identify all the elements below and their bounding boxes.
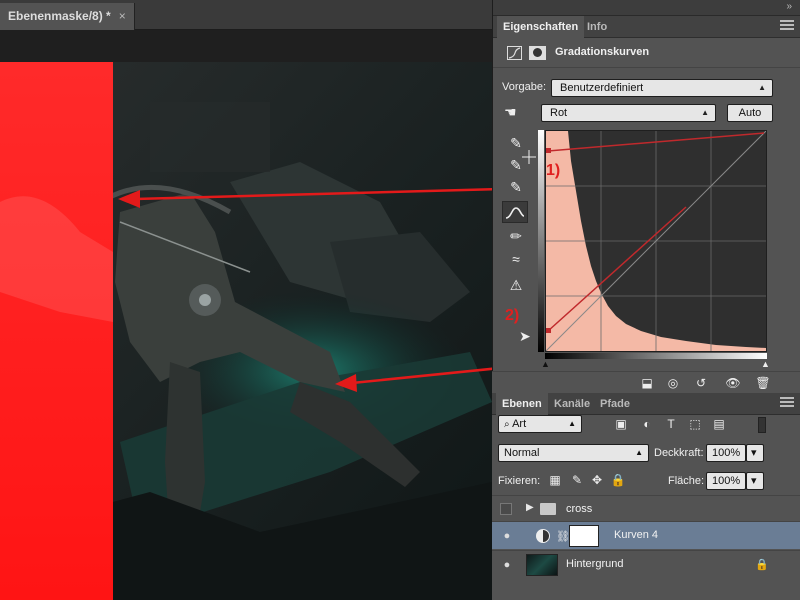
preset-label: Vorgabe: xyxy=(502,81,547,93)
layer-row-cross[interactable]: ▶ cross xyxy=(492,495,800,523)
layers-panel: Ebenen Kanäle Pfade ⌕ Art ▲ ▣ ◐ T ⬚ ▤ No… xyxy=(492,393,800,600)
annotation-label-2: 2) xyxy=(505,307,520,324)
properties-footer: ⬓ ◎ ↺ 👁 🗑 xyxy=(492,371,800,393)
input-gradient-bar xyxy=(545,353,767,359)
lock-label: Fixieren: xyxy=(498,475,541,487)
layers-tabbar: Ebenen Kanäle Pfade xyxy=(492,393,800,415)
channel-value: Rot xyxy=(550,107,568,119)
annotation-label-1: 1) xyxy=(546,162,561,179)
filter-toggle[interactable] xyxy=(758,417,766,433)
fill-dropdown[interactable]: ▾ xyxy=(746,472,764,490)
filter-pixel-icon[interactable]: ▣ xyxy=(612,415,630,433)
opacity-input[interactable]: 100% xyxy=(706,444,746,462)
visibility-icon[interactable]: 👁 xyxy=(724,375,742,391)
curves-graph[interactable] xyxy=(545,130,767,352)
panel-menu-icon[interactable] xyxy=(780,20,794,32)
tab-pfade[interactable]: Pfade xyxy=(594,393,636,415)
filter-shape-icon[interactable]: ⬚ xyxy=(686,415,704,433)
panel-dock-strip: » xyxy=(493,0,800,16)
preset-select[interactable]: Benutzerdefiniert ▲ xyxy=(551,79,773,97)
layer-filter-select[interactable]: ⌕ Art ▲ xyxy=(498,415,582,433)
crosshair-icon xyxy=(522,150,536,164)
layer-name: Kurven 4 xyxy=(614,529,659,541)
chevron-updown-icon: ▲ xyxy=(701,108,709,117)
filter-type-icon[interactable]: T xyxy=(662,415,680,433)
hand-target-icon[interactable]: ☚ xyxy=(504,104,528,122)
layer-row-kurven-4[interactable]: ● ⛓ Kurven 4 xyxy=(492,521,800,549)
layer-mask-thumbnail[interactable] xyxy=(569,525,599,547)
eyedropper-white-icon[interactable]: ✎ xyxy=(503,176,529,198)
layer-name: Hintergrund xyxy=(566,558,624,570)
lock-all-icon[interactable]: 🔒 xyxy=(609,471,627,489)
clip-to-layer-icon[interactable]: ⬓ xyxy=(638,375,656,391)
document-area: Ebenenmaske/8) * × xyxy=(0,0,492,600)
search-icon: ⌕ xyxy=(504,419,510,430)
lock-transparent-icon[interactable]: ▦ xyxy=(546,471,564,489)
trash-icon[interactable]: 🗑 xyxy=(754,375,772,391)
collapse-panels-icon[interactable]: » xyxy=(786,1,792,12)
tab-eigenschaften[interactable]: Eigenschaften xyxy=(497,16,585,38)
folder-icon xyxy=(540,503,556,515)
mask-overlay xyxy=(0,62,113,600)
chevron-updown-icon: ▲ xyxy=(758,83,766,92)
tab-kanaele[interactable]: Kanäle xyxy=(548,393,596,415)
layer-name: cross xyxy=(566,503,593,515)
smooth-curve-icon[interactable]: ≈ xyxy=(503,248,529,270)
lock-icon: 🔒 xyxy=(755,559,769,571)
tab-ebenen[interactable]: Ebenen xyxy=(496,393,548,415)
output-gradient-bar xyxy=(538,130,544,352)
document-tab[interactable]: Ebenenmaske/8) * × xyxy=(0,3,135,30)
expand-arrow-icon[interactable]: ▶ xyxy=(526,502,534,513)
canvas-area[interactable] xyxy=(0,30,492,600)
eye-icon[interactable]: ● xyxy=(500,559,514,571)
reset-icon[interactable]: ↺ xyxy=(692,375,710,391)
filter-adjustment-icon[interactable]: ◐ xyxy=(638,415,656,433)
chevron-updown-icon: ▲ xyxy=(635,448,643,457)
lock-position-icon[interactable]: ✥ xyxy=(588,471,606,489)
document-tab-title: Ebenenmaske/8) * xyxy=(8,9,111,23)
adjustment-layer-icon xyxy=(536,529,550,543)
canvas-artwork xyxy=(0,62,492,600)
filter-smart-object-icon[interactable]: ▤ xyxy=(710,415,728,433)
tab-info[interactable]: Info xyxy=(581,16,613,38)
opacity-dropdown[interactable]: ▾ xyxy=(746,444,764,462)
properties-header: Gradationskurven xyxy=(493,38,800,68)
clipping-warning-icon[interactable]: ⚠ xyxy=(503,274,529,296)
black-point-slider[interactable]: ▲ xyxy=(541,359,550,369)
mouse-cursor-icon: ➤ xyxy=(519,328,531,344)
fill-input[interactable]: 100% xyxy=(706,472,746,490)
view-previous-icon[interactable]: ◎ xyxy=(664,375,682,391)
curves-graph-svg xyxy=(545,130,767,352)
panel-menu-icon[interactable] xyxy=(780,397,794,409)
channel-select[interactable]: Rot ▲ xyxy=(541,104,716,122)
curves-adjustment-icon xyxy=(507,46,522,60)
blend-mode-select[interactable]: Normal ▲ xyxy=(498,444,649,462)
preset-value: Benutzerdefiniert xyxy=(560,82,644,94)
blend-mode-value: Normal xyxy=(504,447,540,459)
opacity-label: Deckkraft: xyxy=(654,447,704,459)
auto-button[interactable]: Auto xyxy=(727,104,773,122)
pencil-icon[interactable]: ✏ xyxy=(503,225,529,247)
lock-image-icon[interactable]: ✎ xyxy=(568,471,586,489)
document-tabbar: Ebenenmaske/8) * × xyxy=(0,0,492,30)
curve-point-tool-icon[interactable] xyxy=(502,201,528,223)
layer-thumbnail xyxy=(526,554,558,576)
link-icon[interactable]: ⛓ xyxy=(556,530,570,543)
image-canvas[interactable] xyxy=(0,62,492,600)
white-point-slider[interactable]: ▲ xyxy=(761,359,770,369)
chevron-updown-icon: ▲ xyxy=(568,419,576,428)
close-icon[interactable]: × xyxy=(119,3,126,30)
fill-label: Fläche: xyxy=(668,475,705,487)
layer-row-hintergrund[interactable]: ● Hintergrund 🔒 xyxy=(492,550,800,578)
layer-filter-value: Art xyxy=(512,418,527,430)
eye-icon[interactable]: ● xyxy=(500,530,514,542)
adjustment-title: Gradationskurven xyxy=(555,46,650,58)
visibility-toggle-off[interactable] xyxy=(500,503,512,515)
properties-tabbar: Eigenschaften Info xyxy=(493,16,800,38)
mask-icon[interactable] xyxy=(529,46,546,60)
